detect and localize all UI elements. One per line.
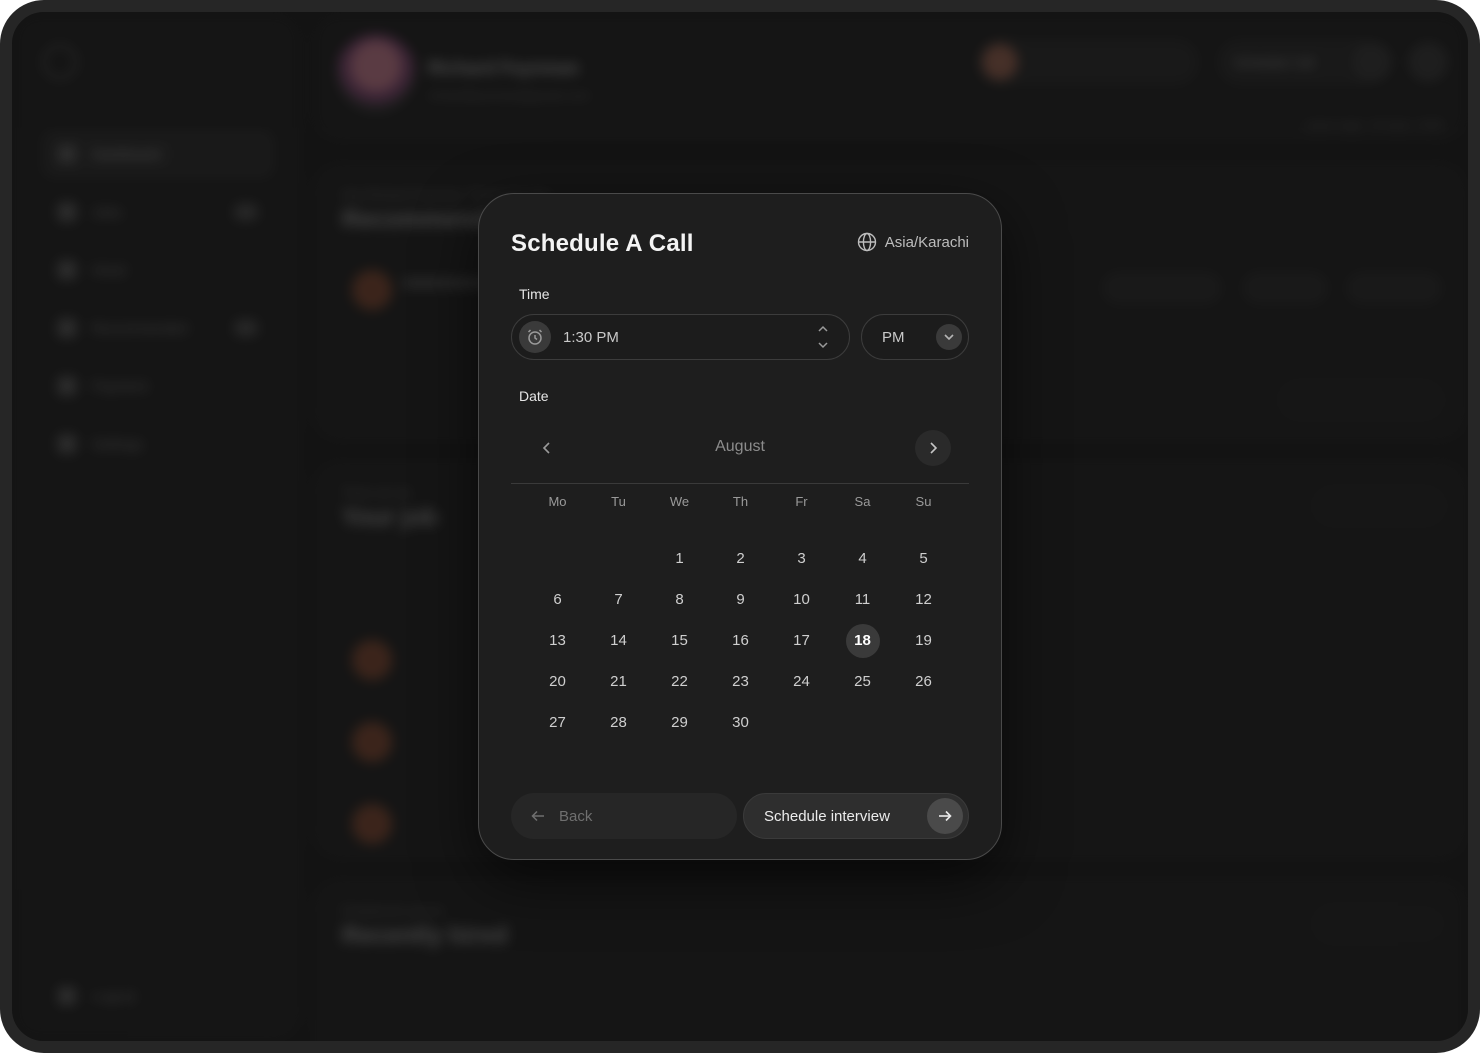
calendar-days: 1 2 3 4 5 6 7 8 9 10 11 12 13 14 15 16 17 18 19 20 21 22 23 24 2… [511, 538, 969, 743]
calendar-day[interactable]: 16 [710, 620, 771, 661]
calendar-day-label: 20 [549, 673, 566, 690]
calendar-day[interactable]: 26 [893, 661, 954, 702]
calendar-day[interactable]: 19 [893, 620, 954, 661]
weekday-label: Mo [548, 493, 567, 509]
calendar-day-label: 14 [610, 632, 627, 649]
calendar-day-label: 22 [671, 673, 688, 690]
weekday-label: We [669, 493, 690, 509]
calendar-day-label: 25 [854, 673, 871, 690]
weekday-label: Sa [854, 493, 871, 509]
arrow-right-icon [927, 798, 963, 834]
calendar-day-label: 27 [549, 714, 566, 731]
ampm-value: PM [882, 328, 905, 346]
calendar-day-label: 16 [732, 632, 749, 649]
calendar-day[interactable]: 10 [771, 579, 832, 620]
back-label: Back [559, 807, 593, 825]
calendar-day[interactable]: 30 [710, 702, 771, 743]
calendar-day-selected[interactable]: 18 [832, 620, 893, 661]
calendar-day-label: 8 [675, 591, 684, 608]
chevron-right-icon [930, 442, 938, 454]
calendar-day-label: 19 [915, 632, 932, 649]
calendar-day-label: 23 [732, 673, 749, 690]
time-input[interactable]: 1:30 PM [511, 314, 850, 360]
calendar-day-label: 18 [845, 623, 880, 658]
timezone-label: Asia/Karachi [884, 233, 969, 251]
calendar-day[interactable]: 22 [649, 661, 710, 702]
weekday-label: Tu [611, 493, 626, 509]
date-label: Date [519, 388, 549, 404]
calendar-day[interactable]: 14 [588, 620, 649, 661]
ampm-select[interactable]: PM [861, 314, 969, 360]
calendar-day-label: 1 [675, 550, 684, 567]
schedule-call-modal: Schedule A Call Asia/Karachi Time 1:30 P… [478, 193, 1002, 860]
timezone-selector[interactable]: Asia/Karachi [857, 232, 969, 252]
calendar-day[interactable]: 27 [527, 702, 588, 743]
calendar-day[interactable]: 9 [710, 579, 771, 620]
weekday-label: Su [915, 493, 932, 509]
calendar-day[interactable]: 20 [527, 661, 588, 702]
calendar-day-label: 3 [797, 550, 806, 567]
calendar-day-label: 24 [793, 673, 810, 690]
calendar-day-label: 15 [671, 632, 688, 649]
calendar-day[interactable]: 17 [771, 620, 832, 661]
calendar-header: August [511, 426, 969, 484]
calendar-day[interactable]: 3 [771, 538, 832, 579]
calendar-day-label: 26 [915, 673, 932, 690]
calendar-day[interactable]: 12 [893, 579, 954, 620]
schedule-label: Schedule interview [764, 807, 890, 825]
weekday-row: Mo Tu We Th Fr Sa Su [511, 484, 969, 518]
calendar-day-label: 30 [732, 714, 749, 731]
globe-icon [857, 232, 876, 252]
schedule-interview-button[interactable]: Schedule interview [743, 793, 969, 839]
calendar: August Mo Tu We Th Fr Sa Su 1 2 3 4 5 6 7 8 9 10 11 12 13 1… [511, 426, 969, 743]
calendar-day-label: 17 [793, 632, 810, 649]
weekday-label: Fr [795, 493, 808, 509]
time-label: Time [519, 286, 550, 302]
calendar-day-label: 21 [610, 673, 627, 690]
time-value: 1:30 PM [563, 328, 619, 346]
calendar-day[interactable]: 21 [588, 661, 649, 702]
calendar-blank [527, 538, 588, 579]
calendar-day-label: 11 [854, 591, 871, 608]
chevron-down-icon[interactable] [817, 341, 829, 349]
calendar-day[interactable]: 25 [832, 661, 893, 702]
calendar-day[interactable]: 4 [832, 538, 893, 579]
calendar-day-label: 5 [919, 550, 928, 567]
calendar-day[interactable]: 5 [893, 538, 954, 579]
weekday-label: Th [732, 493, 749, 509]
time-stepper[interactable] [817, 325, 829, 349]
calendar-blank [588, 538, 649, 579]
device-frame: Dashboard Jobs Hired Recommended Payment… [0, 0, 1480, 1053]
calendar-day-label: 12 [915, 591, 932, 608]
calendar-day[interactable]: 23 [710, 661, 771, 702]
calendar-day-label: 4 [858, 550, 867, 567]
calendar-day-label: 10 [793, 591, 810, 608]
calendar-day-label: 13 [549, 632, 566, 649]
modal-title: Schedule A Call [511, 230, 694, 257]
next-month-button[interactable] [915, 430, 951, 466]
calendar-day-label: 2 [736, 550, 745, 567]
calendar-day-label: 6 [553, 591, 562, 608]
back-button[interactable]: Back [511, 793, 737, 839]
calendar-day[interactable]: 7 [588, 579, 649, 620]
calendar-day[interactable]: 11 [832, 579, 893, 620]
calendar-day-label: 9 [736, 591, 745, 608]
calendar-day[interactable]: 28 [588, 702, 649, 743]
arrow-left-icon [531, 810, 544, 822]
chevron-down-icon[interactable] [936, 324, 962, 350]
calendar-day[interactable]: 29 [649, 702, 710, 743]
calendar-day[interactable]: 6 [527, 579, 588, 620]
calendar-day[interactable]: 2 [710, 538, 771, 579]
calendar-day-label: 29 [671, 714, 688, 731]
calendar-day[interactable]: 1 [649, 538, 710, 579]
calendar-day[interactable]: 15 [649, 620, 710, 661]
calendar-day[interactable]: 13 [527, 620, 588, 661]
calendar-day[interactable]: 24 [771, 661, 832, 702]
calendar-day-label: 28 [610, 714, 627, 731]
alarm-clock-icon [519, 321, 551, 353]
calendar-day-label: 7 [614, 591, 623, 608]
calendar-day[interactable]: 8 [649, 579, 710, 620]
calendar-month: August [715, 438, 765, 455]
chevron-up-icon[interactable] [817, 325, 829, 333]
